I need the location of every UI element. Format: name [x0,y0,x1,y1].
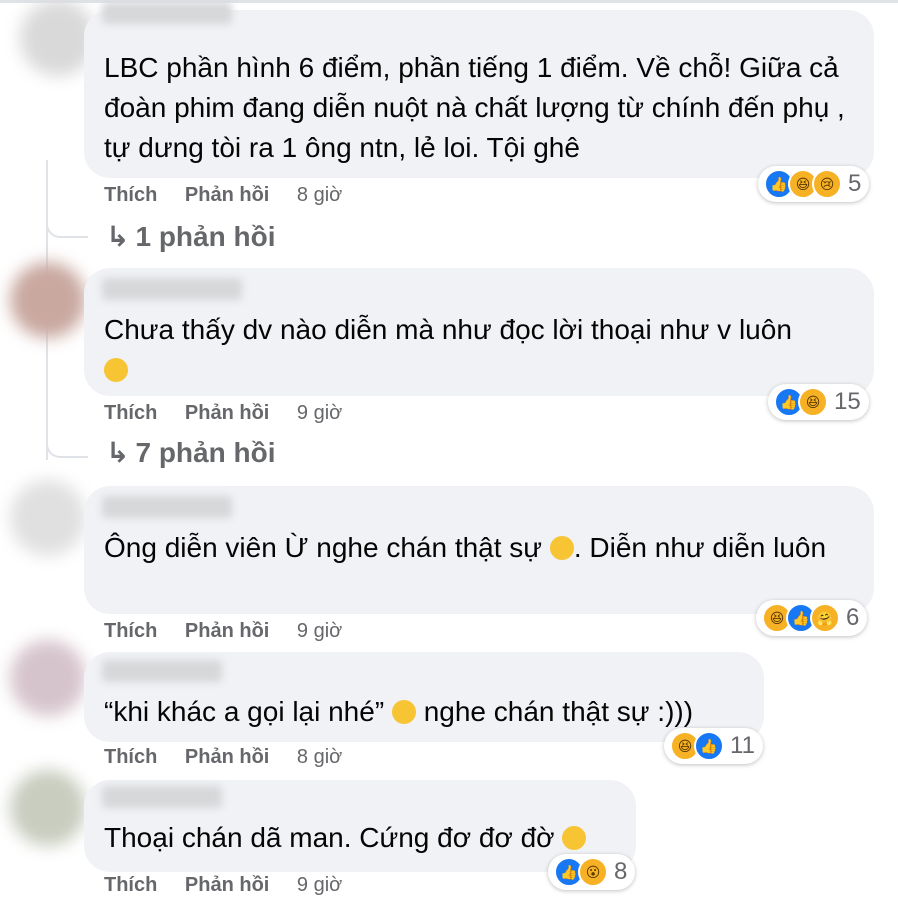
comment-text-part: “khi khác a gọi lại nhé” [104,696,385,727]
rolling-laughing-icon [562,826,587,850]
comment-text-part: nghe chán thật sự :))) [423,696,694,727]
like-action[interactable]: Thích [104,874,157,896]
avatar[interactable] [10,480,86,556]
comment-actions: Thích Phản hồi 9 giờ [104,402,342,425]
reaction-summary[interactable]: 😆 👍 11 [664,728,763,764]
like-action[interactable]: Thích [104,184,157,206]
comment-text: “khi khác a gọi lại nhé” nghe chán thật … [104,692,746,732]
reaction-count: 15 [834,388,861,415]
view-replies-link[interactable]: ↳ 1 phản hồi [106,220,275,253]
comment-actions: Thích Phản hồi 8 giờ [104,184,342,207]
comment-text-body: Thoại chán dã man. Cứng đơ đơ đờ [104,822,555,853]
reply-arrow-icon: ↳ [106,221,130,252]
replies-count: 1 phản hồi [135,221,276,252]
comment-text: Chưa thấy dv nào diễn mà như đọc lời tho… [104,310,856,390]
comment-bubble: LBC phần hình 6 điểm, phần tiếng 1 điểm.… [84,2,874,178]
haha-reaction-icon: 😆 [798,387,828,417]
wow-reaction-icon: 😮 [578,857,608,887]
comment-author[interactable] [102,2,232,24]
comment-bubble: Chưa thấy dv nào diễn mà như đọc lời tho… [84,268,874,396]
like-reaction-icon: 👍 [694,731,724,761]
comment-text-part: Ông diễn viên Ừ nghe chán thật sự [104,532,543,563]
replies-count: 7 phản hồi [135,437,276,468]
reaction-summary[interactable]: 👍 😆 15 [768,384,869,420]
reply-action[interactable]: Phản hồi [185,184,269,206]
neutral-face-icon [104,358,128,382]
timestamp[interactable]: 8 giờ [297,746,342,768]
comment-actions: Thích Phản hồi 9 giờ [104,620,342,643]
tears-of-joy-icon [549,536,574,560]
reaction-summary[interactable]: 😆 👍 🤗 6 [756,600,868,636]
avatar[interactable] [10,262,86,338]
reply-action[interactable]: Phản hồi [185,874,269,896]
comment-author[interactable] [102,496,232,518]
comment-text: Ông diễn viên Ừ nghe chán thật sự . Diễn… [104,528,856,568]
reply-arrow-icon: ↳ [106,437,130,468]
comment-text-body: Chưa thấy dv nào diễn mà như đọc lời tho… [104,314,792,345]
like-action[interactable]: Thích [104,746,157,768]
care-reaction-icon: 🤗 [810,603,840,633]
sad-face-icon [391,700,416,724]
comment-bubble: “khi khác a gọi lại nhé” nghe chán thật … [84,652,764,742]
comment-bubble: Ông diễn viên Ừ nghe chán thật sự . Diễn… [84,486,874,614]
like-action[interactable]: Thích [104,620,157,642]
sad-reaction-icon: 😢 [812,169,842,199]
reply-action[interactable]: Phản hồi [185,620,269,642]
reply-connector [46,206,88,238]
like-action[interactable]: Thích [104,402,157,424]
comment-text: Thoại chán dã man. Cứng đơ đơ đờ [104,818,618,858]
reaction-summary[interactable]: 👍 😆 😢 5 [758,166,870,202]
timestamp[interactable]: 9 giờ [297,620,342,642]
view-replies-link[interactable]: ↳ 7 phản hồi [106,436,275,469]
timestamp[interactable]: 9 giờ [297,874,342,896]
avatar[interactable] [10,770,86,846]
reaction-count: 8 [614,858,628,885]
reaction-summary[interactable]: 👍 😮 8 [548,854,636,890]
timestamp[interactable]: 8 giờ [297,184,342,206]
reply-action[interactable]: Phản hồi [185,402,269,424]
comment-text: LBC phần hình 6 điểm, phần tiếng 1 điểm.… [104,52,845,163]
reaction-count: 6 [846,604,860,631]
reply-connector [46,426,88,458]
comment-author[interactable] [102,786,222,808]
comment-actions: Thích Phản hồi 9 giờ [104,874,342,897]
reaction-count: 5 [848,170,862,197]
comment-text-part: . Diễn như diễn luôn [573,532,827,563]
reaction-count: 11 [730,732,755,759]
comment-author[interactable] [102,660,222,682]
comment-author[interactable] [102,278,242,300]
comment-actions: Thích Phản hồi 8 giờ [104,746,342,769]
timestamp[interactable]: 9 giờ [297,402,342,424]
avatar[interactable] [10,640,86,716]
reply-action[interactable]: Phản hồi [185,746,269,768]
